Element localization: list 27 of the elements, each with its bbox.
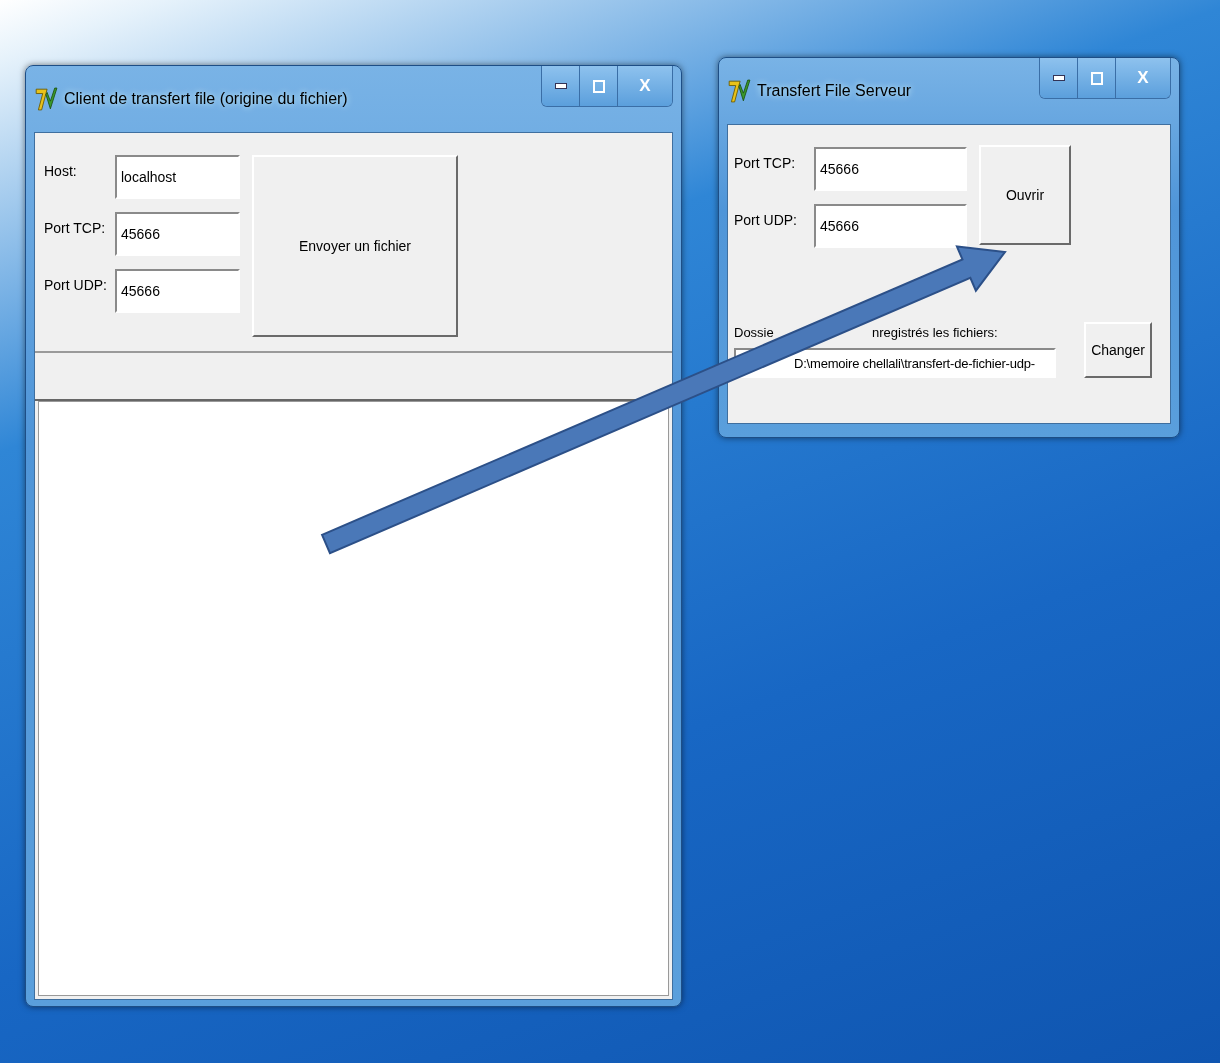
input-field[interactable]: 45666 [115, 212, 240, 256]
folder-label: nregistrés les fichiers: [872, 324, 998, 340]
folder-label: Dossie [734, 324, 775, 340]
app-logo-icon [727, 77, 751, 105]
app-logo-icon [34, 85, 58, 113]
field-label: Port UDP: [44, 276, 108, 293]
input-field[interactable]: 45666 [115, 269, 240, 313]
input-field[interactable]: localhost [115, 155, 240, 199]
minimize-icon [1052, 75, 1065, 81]
window-title: Client de transfert file (origine du fichier) [64, 90, 349, 108]
minimize-button[interactable] [1040, 58, 1078, 98]
change-button[interactable]: Changer [1084, 322, 1152, 378]
field-label: Host: [44, 162, 78, 179]
minimize-icon [554, 83, 567, 89]
send-file-button[interactable]: Envoyer un fichier [252, 155, 458, 337]
maximize-button[interactable] [580, 66, 618, 106]
field-label: Port UDP: [734, 211, 798, 228]
maximize-icon [592, 79, 605, 93]
input-field[interactable]: 45666 [814, 147, 967, 191]
open-button[interactable]: Ouvrir [979, 145, 1071, 245]
field-label: Port TCP: [44, 219, 107, 236]
maximize-button[interactable] [1078, 58, 1116, 98]
field-label: Port TCP: [734, 154, 797, 171]
input-field[interactable]: 45666 [814, 204, 967, 248]
window-title: Transfert File Serveur [757, 82, 913, 100]
maximize-icon [1090, 71, 1103, 85]
minimize-button[interactable] [542, 66, 580, 106]
